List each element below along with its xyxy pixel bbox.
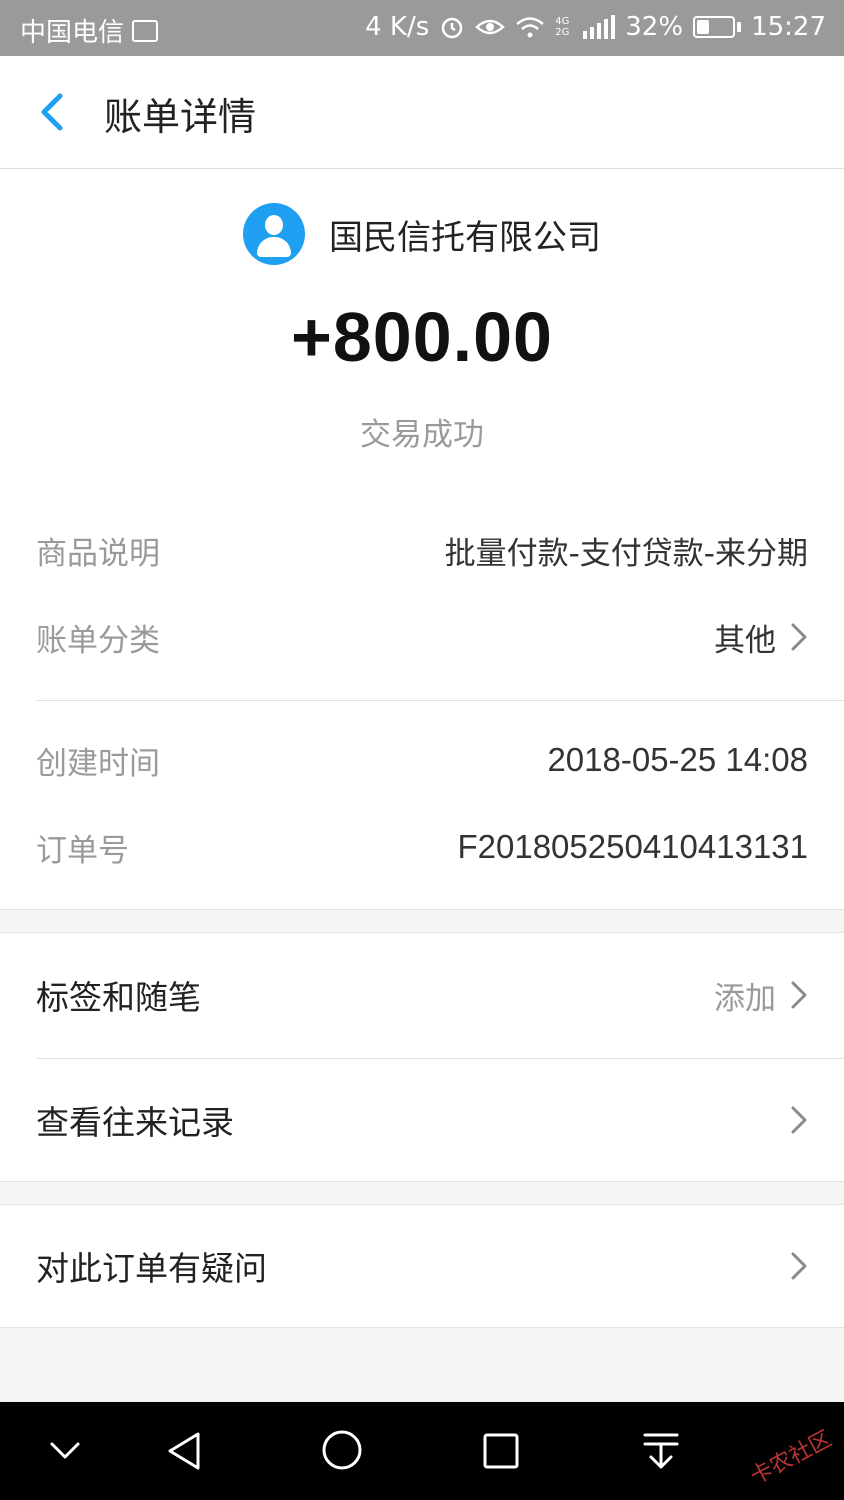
amount: +800.00 bbox=[291, 298, 553, 376]
created-time-label: 创建时间 bbox=[36, 745, 160, 782]
order-question-trail bbox=[776, 1251, 808, 1281]
transaction-status: 交易成功 bbox=[360, 417, 484, 453]
battery-percent: 32% bbox=[625, 12, 684, 42]
created-time-row: 创建时间 2018-05-25 14:08 bbox=[36, 730, 808, 790]
eye-icon bbox=[475, 19, 506, 35]
item-description-row: 商品说明 批量付款-支付贷款-来分期 bbox=[36, 520, 808, 580]
notification-pull-icon[interactable] bbox=[642, 1430, 680, 1472]
status-bar-left: 中国电信 bbox=[20, 12, 159, 49]
avatar-icon bbox=[243, 203, 305, 265]
system-nav-bar: 卡农社区 bbox=[0, 1402, 844, 1500]
home-circle-icon[interactable] bbox=[320, 1428, 364, 1472]
view-history-item[interactable]: 查看往来记录 bbox=[36, 1090, 808, 1150]
order-question-item[interactable]: 对此订单有疑问 bbox=[36, 1236, 808, 1296]
add-tag-link[interactable]: 添加 bbox=[714, 973, 776, 1018]
status-bar: 中国电信 4 K/s 4G 2G 32% 15:27 bbox=[0, 0, 844, 56]
category-label: 账单分类 bbox=[36, 622, 160, 659]
created-time-value: 2018-05-25 14:08 bbox=[547, 741, 808, 778]
category-value: 其他 bbox=[714, 622, 776, 659]
item-description-label: 商品说明 bbox=[36, 535, 160, 572]
status-bar-right: 4 K/s 4G 2G 32% 15:27 bbox=[365, 12, 826, 42]
tags-notes-item[interactable]: 标签和随笔 添加 bbox=[36, 965, 808, 1025]
chevron-right-icon bbox=[791, 1106, 807, 1134]
recents-square-icon[interactable] bbox=[482, 1432, 520, 1470]
signal-icon bbox=[583, 15, 616, 39]
alarm-icon bbox=[442, 17, 463, 39]
category-value-wrap: 其他 bbox=[714, 615, 808, 660]
order-number-label: 订单号 bbox=[36, 832, 129, 869]
question-card: 对此订单有疑问 bbox=[0, 1204, 844, 1328]
collapse-down-icon[interactable] bbox=[48, 1438, 82, 1462]
back-arrow-icon[interactable] bbox=[36, 92, 68, 132]
divider bbox=[36, 1058, 844, 1059]
chevron-right-icon bbox=[791, 981, 807, 1009]
item-description-value: 批量付款-支付贷款-来分期 bbox=[444, 535, 808, 572]
transaction-details: 商品说明 批量付款-支付贷款-来分期 账单分类 其他 创建时间 2018-05-… bbox=[0, 489, 844, 910]
chevron-right-icon bbox=[791, 1252, 807, 1280]
page-title: 账单详情 bbox=[104, 95, 257, 139]
carrier-name: 中国电信 bbox=[20, 18, 125, 48]
divider bbox=[36, 700, 844, 701]
tags-notes-label: 标签和随笔 bbox=[36, 978, 201, 1017]
transaction-summary: 国民信托有限公司 +800.00 交易成功 bbox=[0, 169, 844, 489]
category-row[interactable]: 账单分类 其他 bbox=[36, 607, 808, 667]
order-question-label: 对此订单有疑问 bbox=[36, 1249, 267, 1288]
view-history-label: 查看往来记录 bbox=[36, 1103, 234, 1142]
view-history-trail bbox=[776, 1105, 808, 1135]
battery-icon bbox=[693, 16, 742, 38]
actions-card: 标签和随笔 添加 查看往来记录 bbox=[0, 932, 844, 1182]
activity-icon bbox=[132, 19, 159, 42]
network-type: 4G 2G bbox=[555, 16, 570, 38]
back-triangle-icon[interactable] bbox=[164, 1430, 204, 1472]
order-number-value: F20180525041041313​1 bbox=[457, 828, 808, 865]
wifi-icon bbox=[516, 17, 545, 38]
clock: 15:27 bbox=[751, 12, 826, 42]
tags-notes-trail: 添加 bbox=[714, 973, 808, 1018]
watermark-logo: 卡农社区 bbox=[746, 1426, 836, 1490]
payee-name: 国民信托有限公司 bbox=[329, 217, 601, 258]
chevron-right-icon bbox=[791, 623, 807, 651]
title-bar: 账单详情 bbox=[0, 56, 844, 169]
net-speed: 4 K/s bbox=[365, 12, 430, 42]
payee: 国民信托有限公司 bbox=[0, 203, 844, 265]
order-number-row: 订单号 F20180525041041313​1 bbox=[36, 817, 808, 877]
